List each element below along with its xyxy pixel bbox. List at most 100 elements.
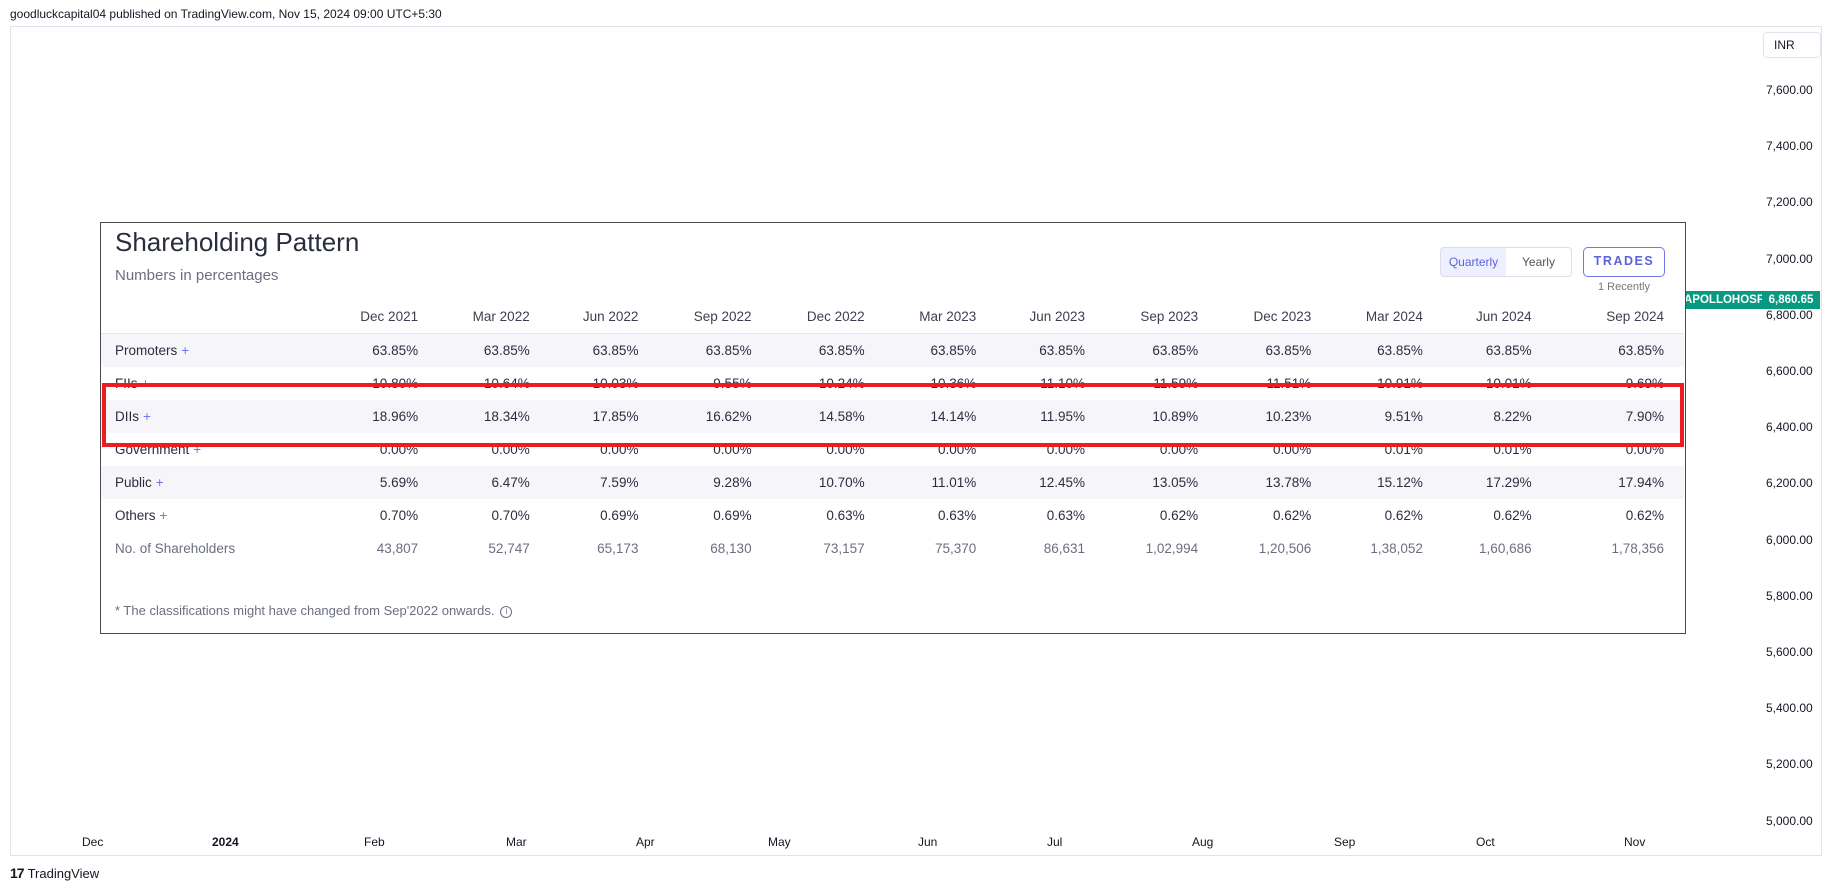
time-axis-label: Sep — [1334, 835, 1356, 849]
table-row: FIIs +10.80% 10.64% 10.03% 9.55% 10.24% 10.36%… — [101, 367, 1684, 400]
table-cell: 75,370 — [935, 541, 977, 556]
shareholding-panel: Shareholding Pattern Numbers in percenta… — [100, 222, 1686, 634]
quarterly-toggle[interactable]: Quarterly — [1441, 248, 1506, 276]
expand-plus-icon[interactable]: + — [143, 409, 151, 424]
footnote-text: * The classifications might have changed… — [115, 603, 495, 618]
tradingview-logo[interactable]: 17 TradingView — [10, 865, 99, 881]
table-cell: 7.90% — [1531, 400, 1684, 433]
table-cell: 63.85% — [864, 333, 977, 367]
table-cell: 10.23% — [1198, 400, 1312, 433]
table-cell: 0.62% — [1625, 508, 1664, 523]
table-cell: 63.85% — [305, 333, 419, 367]
column-header: Jun 2022 — [582, 308, 639, 324]
table-cell: 9.69% — [1625, 376, 1664, 391]
expand-plus-icon[interactable]: + — [156, 475, 164, 490]
table-cell: 65,173 — [597, 541, 639, 556]
price-axis-label: 7,200.00 — [1766, 195, 1813, 210]
table-cell: 0.62% — [1272, 508, 1312, 523]
table-row: Others +0.70% 0.70% 0.69% 0.69% 0.63% 0.63% 0.6… — [101, 499, 1684, 532]
column-header: Jun 2023 — [1029, 308, 1086, 324]
table-cell: 10.80% — [372, 376, 419, 391]
table-cell: 12.45% — [976, 466, 1086, 499]
last-price-label: 6,860.65 — [1762, 291, 1820, 309]
time-axis-label: Aug — [1192, 835, 1214, 849]
time-axis-label: Nov — [1624, 835, 1646, 849]
row-label: No. of Shareholders — [115, 541, 236, 556]
table-cell: 63.85% — [1531, 333, 1684, 367]
header-blank — [101, 299, 305, 334]
table-cell: 0.63% — [938, 508, 977, 523]
info-icon[interactable]: i — [500, 605, 513, 618]
row-label: DIIs — [115, 409, 140, 424]
table-cell: 11.10% — [1040, 376, 1086, 391]
row-label-cell[interactable]: Public + — [101, 466, 305, 499]
table-cell: 9.55% — [713, 376, 752, 391]
table-cell: 13.78% — [1198, 466, 1312, 499]
table-cell: 0.00% — [1272, 442, 1312, 457]
expand-plus-icon[interactable]: + — [193, 442, 201, 457]
table-cell: 0.63% — [826, 508, 865, 523]
column-header: Sep 2023 — [1140, 308, 1199, 324]
column-header: Mar 2023 — [919, 308, 977, 324]
row-label-cell[interactable]: Promoters + — [101, 333, 305, 367]
table-cell: 0.00% — [938, 442, 977, 457]
yearly-toggle[interactable]: Yearly — [1506, 248, 1571, 276]
expand-plus-icon[interactable]: + — [160, 508, 168, 523]
table-cell: 0.63% — [1046, 508, 1086, 523]
expand-plus-icon[interactable]: + — [181, 343, 189, 358]
price-axis-label: 5,400.00 — [1766, 701, 1813, 716]
table-cell: 14.58% — [751, 400, 865, 433]
table-cell: 10.70% — [751, 466, 865, 499]
time-axis-label: 2024 — [212, 835, 239, 849]
table-cell: 5.69% — [305, 466, 419, 499]
table-cell: 7.59% — [529, 466, 639, 499]
table-cell: 11.59% — [1153, 376, 1199, 391]
column-header: Dec 2023 — [1253, 308, 1312, 324]
table-cell: 0.01% — [1493, 442, 1532, 457]
expand-plus-icon[interactable]: + — [142, 376, 150, 391]
table-cell: 0.00% — [1046, 442, 1086, 457]
table-cell: 0.70% — [379, 508, 419, 523]
price-axis-label: 6,200.00 — [1766, 476, 1813, 491]
table-cell: 0.00% — [491, 442, 530, 457]
time-axis-label: Mar — [506, 835, 527, 849]
period-toggle[interactable]: Quarterly Yearly — [1440, 247, 1572, 277]
tradingview-brand: TradingView — [27, 865, 100, 881]
table-cell: 8.22% — [1422, 400, 1532, 433]
symbol-label: APOLLOHOSP — [1680, 291, 1769, 309]
column-header: Mar 2024 — [1365, 308, 1423, 324]
row-label-cell: No. of Shareholders — [101, 532, 305, 565]
trades-button[interactable]: TRADES — [1583, 247, 1665, 277]
row-label-cell[interactable]: Others + — [101, 499, 305, 532]
table-cell: 73,157 — [823, 541, 865, 556]
price-axis-label: 6,000.00 — [1766, 532, 1813, 547]
column-header: Jun 2024 — [1476, 308, 1532, 324]
table-cell: 17.29% — [1422, 466, 1532, 499]
table-cell: 14.14% — [864, 400, 977, 433]
table-cell: 0.00% — [379, 442, 419, 457]
table-cell: 63.85% — [976, 333, 1086, 367]
table-cell: 10.36% — [930, 376, 977, 391]
currency-selector[interactable]: INR — [1763, 32, 1821, 58]
price-axis-label: 6,400.00 — [1766, 420, 1813, 435]
table-cell: 17.85% — [529, 400, 639, 433]
table-cell: 10.89% — [1085, 400, 1199, 433]
table-cell: 63.85% — [1198, 333, 1312, 367]
table-row: Public +5.69% 6.47% 7.59% 9.28% 10.70% 11.01% 1… — [101, 466, 1684, 499]
table-cell: 63.85% — [751, 333, 865, 367]
price-axis-label: 5,200.00 — [1766, 757, 1813, 772]
table-cell: 11.51% — [1266, 376, 1312, 391]
table-cell: 0.01% — [1384, 442, 1423, 457]
row-label-cell[interactable]: DIIs + — [101, 400, 305, 433]
table-cell: 63.85% — [418, 333, 530, 367]
panel-title: Shareholding Pattern — [115, 227, 360, 257]
footnote: * The classifications might have changed… — [115, 603, 513, 618]
row-label-cell[interactable]: Government + — [101, 433, 305, 466]
price-axis-label: 5,000.00 — [1766, 813, 1813, 828]
table-cell: 63.85% — [1311, 333, 1423, 367]
table-cell: 0.62% — [1159, 508, 1199, 523]
table-cell: 10.01% — [1485, 376, 1532, 391]
column-header: Mar 2022 — [472, 308, 530, 324]
table-header-row: Dec 2021 Mar 2022 Jun 2022 Sep 2022 Dec 2022… — [101, 299, 1684, 334]
row-label-cell[interactable]: FIIs + — [101, 367, 305, 400]
